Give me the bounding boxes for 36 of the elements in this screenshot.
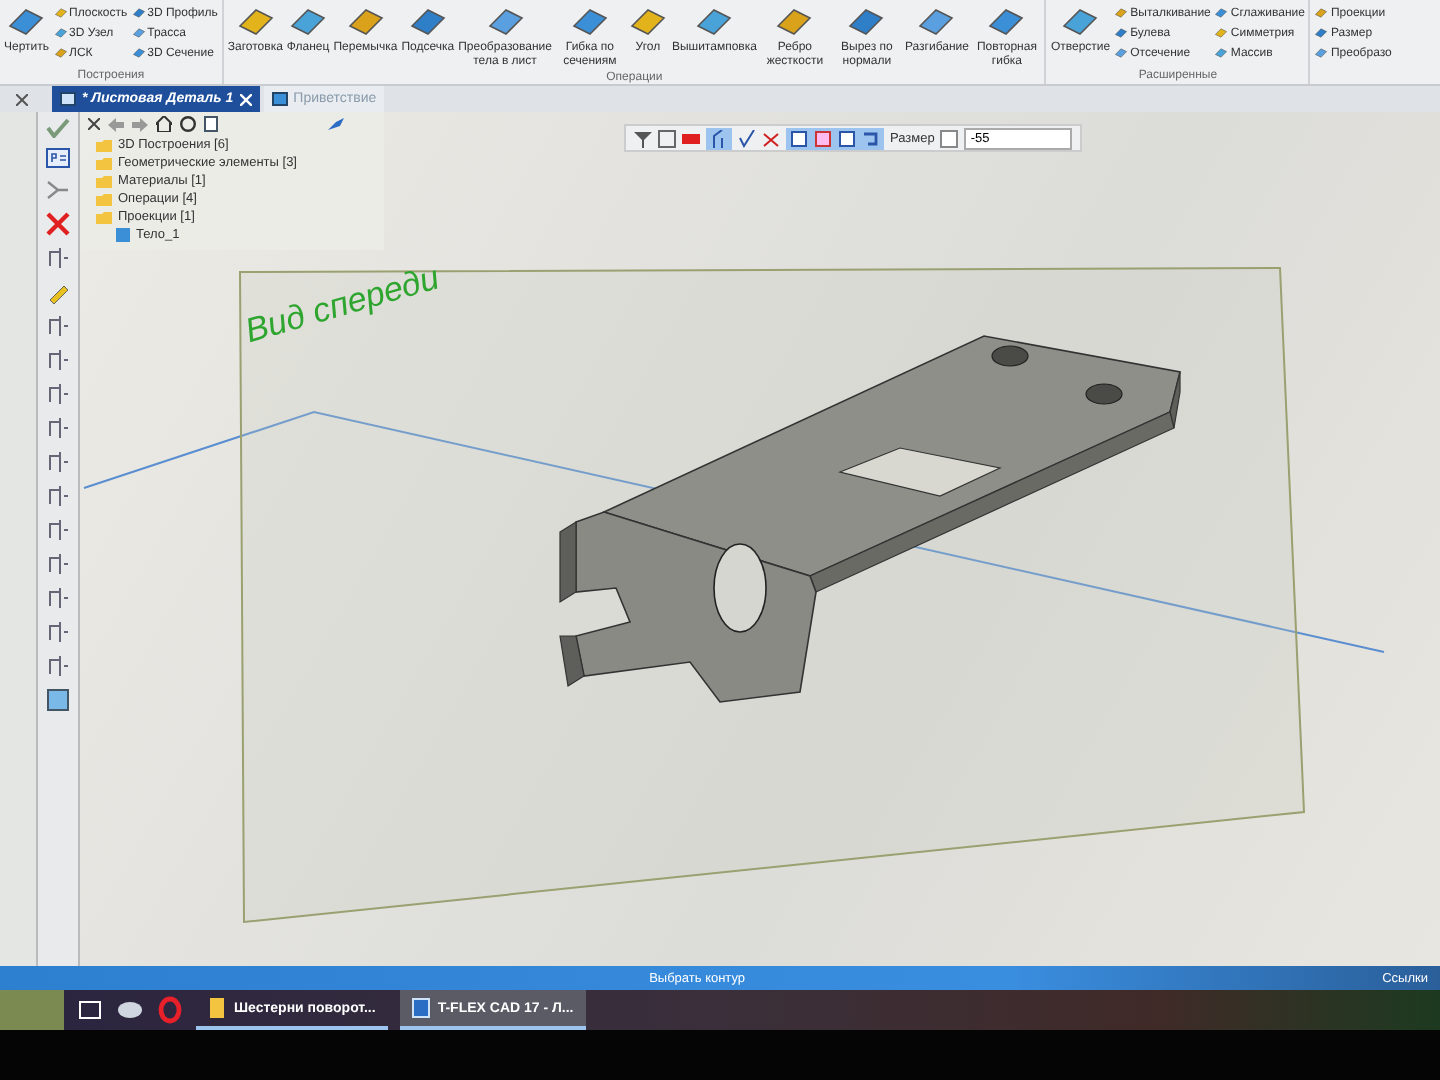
browser-icon[interactable] (156, 996, 184, 1024)
check-icon[interactable] (46, 118, 70, 138)
color-icon[interactable] (682, 129, 700, 147)
constraint-icon[interactable] (46, 450, 70, 474)
close-icon[interactable] (16, 93, 28, 105)
parameters-icon[interactable] (46, 148, 70, 168)
document-icon (208, 998, 226, 1018)
pencil-icon[interactable] (46, 280, 70, 304)
constraint-icon[interactable] (46, 416, 70, 440)
constraint-icon[interactable] (46, 518, 70, 542)
constraint-icon[interactable] (738, 129, 756, 147)
constraint-icon[interactable] (46, 484, 70, 508)
constraint-icon[interactable] (46, 348, 70, 372)
document-icon (271, 92, 288, 106)
constraint-icon[interactable] (46, 552, 70, 576)
solid-body-icon (116, 228, 130, 242)
forward-icon[interactable] (132, 117, 148, 131)
size-checkbox[interactable] (940, 129, 959, 147)
close-icon[interactable] (88, 118, 100, 130)
constraint-icon[interactable] (46, 654, 70, 678)
constraint-icon[interactable] (762, 129, 780, 147)
constraint-icon[interactable] (46, 382, 70, 406)
app-icon (411, 998, 430, 1018)
cancel-icon[interactable] (46, 212, 70, 236)
back-icon[interactable] (108, 117, 124, 131)
branch-icon[interactable] (46, 178, 70, 202)
constraint-icon[interactable] (46, 314, 70, 338)
select-icon[interactable] (658, 129, 676, 147)
constraint-icon[interactable] (46, 586, 70, 610)
constraint-icon[interactable] (46, 620, 70, 644)
snap-icon[interactable] (710, 129, 728, 147)
home-icon[interactable] (156, 116, 172, 132)
window-icon[interactable] (46, 688, 70, 712)
document-icon (60, 92, 76, 106)
task-view-icon[interactable] (76, 996, 104, 1024)
view-label: Вид спереди (240, 258, 444, 352)
